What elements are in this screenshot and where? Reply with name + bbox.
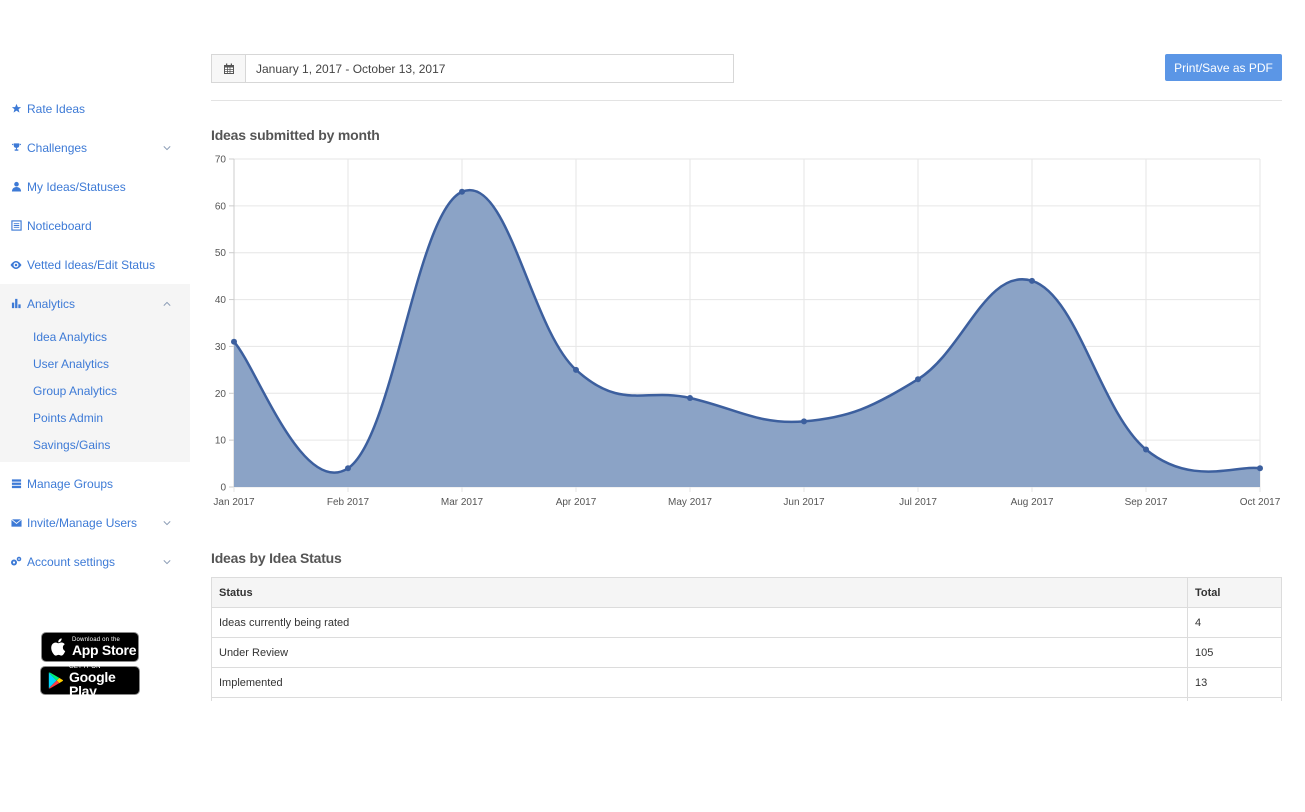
sidebar-subitem-savings-gains[interactable]: Savings/Gains <box>0 431 190 458</box>
sidebar-subitem-idea-analytics[interactable]: Idea Analytics <box>0 323 190 350</box>
ideas-by-month-chart: 0 10 20 30 40 50 60 70 Jan 2017 Feb 2017 Mar 2017… <box>213 155 1280 509</box>
x-tick-label: Apr 2017 <box>556 497 597 508</box>
sidebar-item-vetted-ideas[interactable]: Vetted Ideas/Edit Status <box>0 245 190 284</box>
chart-area-fill <box>234 190 1260 487</box>
x-tick-label: Mar 2017 <box>441 497 484 508</box>
bar-chart-icon <box>10 298 22 310</box>
google-play-badge-big: Google Play <box>69 668 116 699</box>
envelope-icon <box>10 517 22 529</box>
sidebar-item-challenges[interactable]: Challenges <box>0 128 190 167</box>
sidebar-item-label: Account settings <box>27 554 116 569</box>
data-point[interactable] <box>1029 277 1035 284</box>
data-point[interactable] <box>345 465 351 472</box>
x-axis-ticks: Jan 2017 Feb 2017 Mar 2017 Apr 2017 May 2017… <box>213 497 1280 508</box>
y-tick-label: 40 <box>215 295 227 306</box>
data-point[interactable] <box>1143 446 1149 453</box>
data-point[interactable] <box>801 418 807 425</box>
data-point[interactable] <box>1257 465 1263 472</box>
y-tick-label: 30 <box>215 342 227 353</box>
sidebar-item-label: Analytics <box>27 296 76 311</box>
sidebar-item-label: Manage Groups <box>27 476 114 491</box>
sidebar-item-account-settings[interactable]: Account settings <box>0 542 190 581</box>
trophy-icon <box>10 142 22 154</box>
calendar-icon[interactable] <box>212 55 246 82</box>
analytics-menu-group: Analytics Idea Analytics User Analytics … <box>0 284 190 462</box>
table-row: Implemented 13 <box>212 668 1281 698</box>
sidebar-item-analytics[interactable]: Analytics <box>0 284 190 323</box>
table-row: Ideas currently being rated 4 <box>212 608 1281 638</box>
google-play-icon <box>47 671 65 691</box>
table-cell-status: Under Review <box>212 638 1188 667</box>
data-point[interactable] <box>231 338 237 345</box>
google-play-badge[interactable]: GET IT ON Google Play <box>40 664 140 699</box>
x-tick-label: May 2017 <box>668 497 712 508</box>
x-tick-label: Feb 2017 <box>327 497 370 508</box>
chart-title: Ideas submitted by month <box>211 127 380 143</box>
sidebar-item-my-ideas[interactable]: My Ideas/Statuses <box>0 167 190 206</box>
chevron-down-icon[interactable] <box>162 518 172 528</box>
chevron-down-icon[interactable] <box>162 143 172 153</box>
sidebar: Rate Ideas Challenges My Ideas/Statuses … <box>0 89 190 581</box>
y-tick-label: 60 <box>215 201 227 212</box>
column-header-status[interactable]: Status <box>212 578 1188 607</box>
gears-icon <box>10 556 22 568</box>
x-tick-label: Jan 2017 <box>213 497 255 508</box>
app-store-badge-big: App Store <box>72 642 137 658</box>
eye-icon <box>10 259 22 271</box>
y-tick-label: 50 <box>215 248 227 259</box>
x-tick-label: Aug 2017 <box>1011 497 1054 508</box>
app-store-badge[interactable]: Download on the App Store <box>41 632 139 662</box>
idea-status-table: Status Total Ideas currently being rated… <box>211 577 1282 701</box>
y-tick-label: 70 <box>215 155 227 166</box>
sidebar-item-manage-groups[interactable]: Manage Groups <box>0 464 190 503</box>
y-tick-label: 20 <box>215 389 227 400</box>
table-cell-status: Implemented <box>212 668 1188 697</box>
table-cell-total: 13 <box>1195 676 1208 689</box>
table-row-partial <box>212 698 1281 701</box>
sidebar-item-label: Invite/Manage Users <box>27 515 138 530</box>
sidebar-item-invite-users[interactable]: Invite/Manage Users <box>0 503 190 542</box>
x-tick-label: Oct 2017 <box>1240 497 1281 508</box>
table-title: Ideas by Idea Status <box>211 550 342 566</box>
sidebar-item-label: Noticeboard <box>27 218 92 233</box>
sidebar-item-label: Rate Ideas <box>27 101 86 116</box>
x-tick-label: Sep 2017 <box>1125 497 1168 508</box>
sidebar-item-label: Challenges <box>27 140 88 155</box>
column-header-total[interactable]: Total <box>1188 578 1281 607</box>
sidebar-subitem-group-analytics[interactable]: Group Analytics <box>0 377 190 404</box>
sidebar-item-rate-ideas[interactable]: Rate Ideas <box>0 89 190 128</box>
y-tick-label: 0 <box>220 483 226 494</box>
divider <box>211 100 1282 101</box>
sidebar-item-label: My Ideas/Statuses <box>27 179 126 194</box>
sidebar-item-label: Vetted Ideas/Edit Status <box>27 257 156 272</box>
print-save-pdf-button[interactable]: Print/Save as PDF <box>1165 54 1282 81</box>
x-tick-label: Jun 2017 <box>783 497 825 508</box>
apple-icon <box>48 637 68 657</box>
data-point[interactable] <box>687 394 693 401</box>
y-axis-ticks: 0 10 20 30 40 50 60 70 <box>215 155 227 494</box>
noticeboard-icon <box>10 220 22 232</box>
table-header-row: Status Total <box>212 578 1281 608</box>
data-point[interactable] <box>915 376 921 383</box>
sidebar-subitem-points-admin[interactable]: Points Admin <box>0 404 190 431</box>
star-icon <box>10 103 22 115</box>
date-range-picker[interactable]: January 1, 2017 - October 13, 2017 <box>211 54 734 83</box>
x-tick-label: Jul 2017 <box>899 497 937 508</box>
date-range-value: January 1, 2017 - October 13, 2017 <box>256 61 446 76</box>
sidebar-item-noticeboard[interactable]: Noticeboard <box>0 206 190 245</box>
y-tick-label: 10 <box>215 436 227 447</box>
table-cell-total: 4 <box>1195 616 1202 629</box>
sidebar-subitem-user-analytics[interactable]: User Analytics <box>0 350 190 377</box>
data-point[interactable] <box>573 366 579 373</box>
chevron-down-icon[interactable] <box>162 557 172 567</box>
table-cell-total: 105 <box>1195 646 1214 659</box>
groups-icon <box>10 478 22 490</box>
user-icon <box>10 181 22 193</box>
app-badges: Download on the App Store GET IT ON Goog… <box>40 632 140 699</box>
table-row: Under Review 105 <box>212 638 1281 668</box>
data-point[interactable] <box>459 188 465 195</box>
chevron-up-icon[interactable] <box>162 299 172 309</box>
table-cell-status: Ideas currently being rated <box>212 608 1188 637</box>
